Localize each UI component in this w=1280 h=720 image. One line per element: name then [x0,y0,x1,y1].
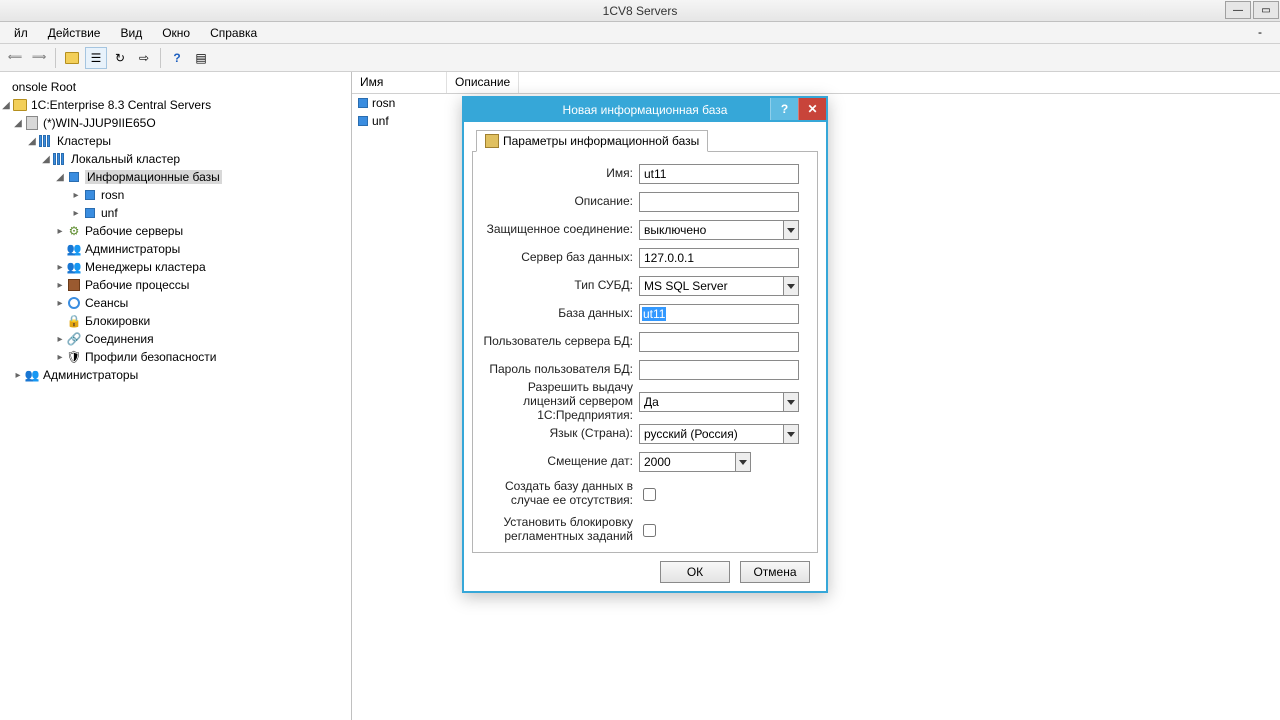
column-headers: Имя Описание [352,72,1280,94]
dialog-titlebar: Новая информационная база ? ✕ [464,98,826,122]
tree-central-servers[interactable]: 1C:Enterprise 8.3 Central Servers [31,98,211,112]
chevron-down-icon[interactable] [783,392,799,412]
dialog-title: Новая информационная база [563,103,728,117]
dialog-buttons: ОК Отмена [472,553,818,583]
tab-params[interactable]: Параметры информационной базы [476,130,708,152]
tree-processes[interactable]: Рабочие процессы [85,278,189,292]
menu-action[interactable]: Действие [38,24,111,42]
open-icon[interactable] [61,47,83,69]
tree-root-admins[interactable]: Администраторы [43,368,138,382]
col-name[interactable]: Имя [352,72,447,93]
export-icon[interactable]: ⇨ [133,47,155,69]
minimize-button[interactable]: — [1225,1,1251,19]
lbl-block: Установить блокировку регламентных задан… [481,516,639,544]
menu-window[interactable]: Окно [152,24,200,42]
back-icon[interactable]: ⟸ [4,47,26,69]
desc-input[interactable] [639,192,799,212]
list-item-label: rosn [372,96,395,110]
tree-infobases[interactable]: Информационные базы [85,170,222,184]
chevron-down-icon[interactable] [783,424,799,444]
refresh-icon[interactable]: ↻ [109,47,131,69]
menubar: йл Действие Вид Окно Справка - [0,22,1280,44]
tree-locks[interactable]: Блокировки [85,314,150,328]
tree-connections[interactable]: Соединения [85,332,154,346]
tree-console-root[interactable]: onsole Root [12,80,76,94]
offset-select[interactable] [639,452,809,472]
lbl-lang: Язык (Страна): [481,427,639,441]
infobase-icon [358,116,368,126]
tree-clusters[interactable]: Кластеры [57,134,111,148]
menu-view[interactable]: Вид [110,24,152,42]
dialog-help-button[interactable]: ? [770,98,798,120]
tab-label: Параметры информационной базы [503,134,699,148]
lbl-dbtype: Тип СУБД: [481,279,639,293]
chevron-down-icon[interactable] [783,276,799,296]
tree-security[interactable]: Профили безопасности [85,350,216,364]
secure-select[interactable] [639,220,809,240]
menu-help[interactable]: Справка [200,24,267,42]
lbl-dbuser: Пользователь сервера БД: [481,335,639,349]
infobase-icon [358,98,368,108]
lbl-offset: Смещение дат: [481,455,639,469]
list-view-icon[interactable]: ☰ [85,47,107,69]
dbserver-input[interactable] [639,248,799,268]
tree-local-cluster[interactable]: Локальный кластер [71,152,180,166]
dbuser-input[interactable] [639,332,799,352]
tree-panel: onsole Root ◢1C:Enterprise 8.3 Central S… [0,72,352,720]
dialog-tabs: Параметры информационной базы [472,130,818,152]
maximize-button[interactable]: ▭ [1253,1,1279,19]
lbl-license: Разрешить выдачу лицензий сервером 1С:Пр… [481,388,639,416]
properties-icon[interactable]: ▤ [190,47,212,69]
lbl-dbserver: Сервер баз данных: [481,251,639,265]
license-select[interactable] [639,392,809,412]
dbpass-input[interactable] [639,360,799,380]
tab-icon [485,134,499,148]
dbtype-select[interactable] [639,276,809,296]
list-item-label: unf [372,114,389,128]
tree-admins[interactable]: Администраторы [85,242,180,256]
chevron-down-icon[interactable] [735,452,751,472]
chevron-down-icon[interactable] [783,220,799,240]
tree-work-servers[interactable]: Рабочие серверы [85,224,183,238]
name-input[interactable] [639,164,799,184]
lbl-dbpass: Пароль пользователя БД: [481,363,639,377]
lbl-create: Создать базу данных в случае ее отсутств… [481,480,639,508]
window-buttons: — ▭ [1224,0,1280,20]
toolbar: ⟸ ⟹ ☰ ↻ ⇨ ? ▤ [0,44,1280,72]
dbname-input[interactable]: ut11 [639,304,799,324]
block-checkbox[interactable] [643,524,656,537]
lbl-desc: Описание: [481,195,639,209]
lbl-dbname: База данных: [481,307,639,321]
tree-host[interactable]: (*)WIN-JJUP9IIE65O [43,116,156,130]
tree-ib-unf[interactable]: unf [101,206,118,220]
dialog-close-button[interactable]: ✕ [798,98,826,120]
cancel-button[interactable]: Отмена [740,561,810,583]
tree-sessions[interactable]: Сеансы [85,296,128,310]
tree-ib-rosn[interactable]: rosn [101,188,124,202]
dialog-form: Имя: Описание: Защищенное соединение: Се… [472,152,818,553]
create-checkbox[interactable] [643,488,656,501]
tree-managers[interactable]: Менеджеры кластера [85,260,206,274]
menu-file[interactable]: йл [4,24,38,42]
new-infobase-dialog: Новая информационная база ? ✕ Параметры … [462,96,828,593]
help-icon[interactable]: ? [166,47,188,69]
window-title: 1CV8 Servers [603,4,678,18]
lbl-secure: Защищенное соединение: [481,223,639,237]
ok-button[interactable]: ОК [660,561,730,583]
lang-select[interactable] [639,424,809,444]
menu-minimize-icon[interactable]: - [1258,25,1276,41]
col-desc[interactable]: Описание [447,72,519,93]
lbl-name: Имя: [481,167,639,181]
forward-icon[interactable]: ⟹ [28,47,50,69]
titlebar: 1CV8 Servers — ▭ [0,0,1280,22]
